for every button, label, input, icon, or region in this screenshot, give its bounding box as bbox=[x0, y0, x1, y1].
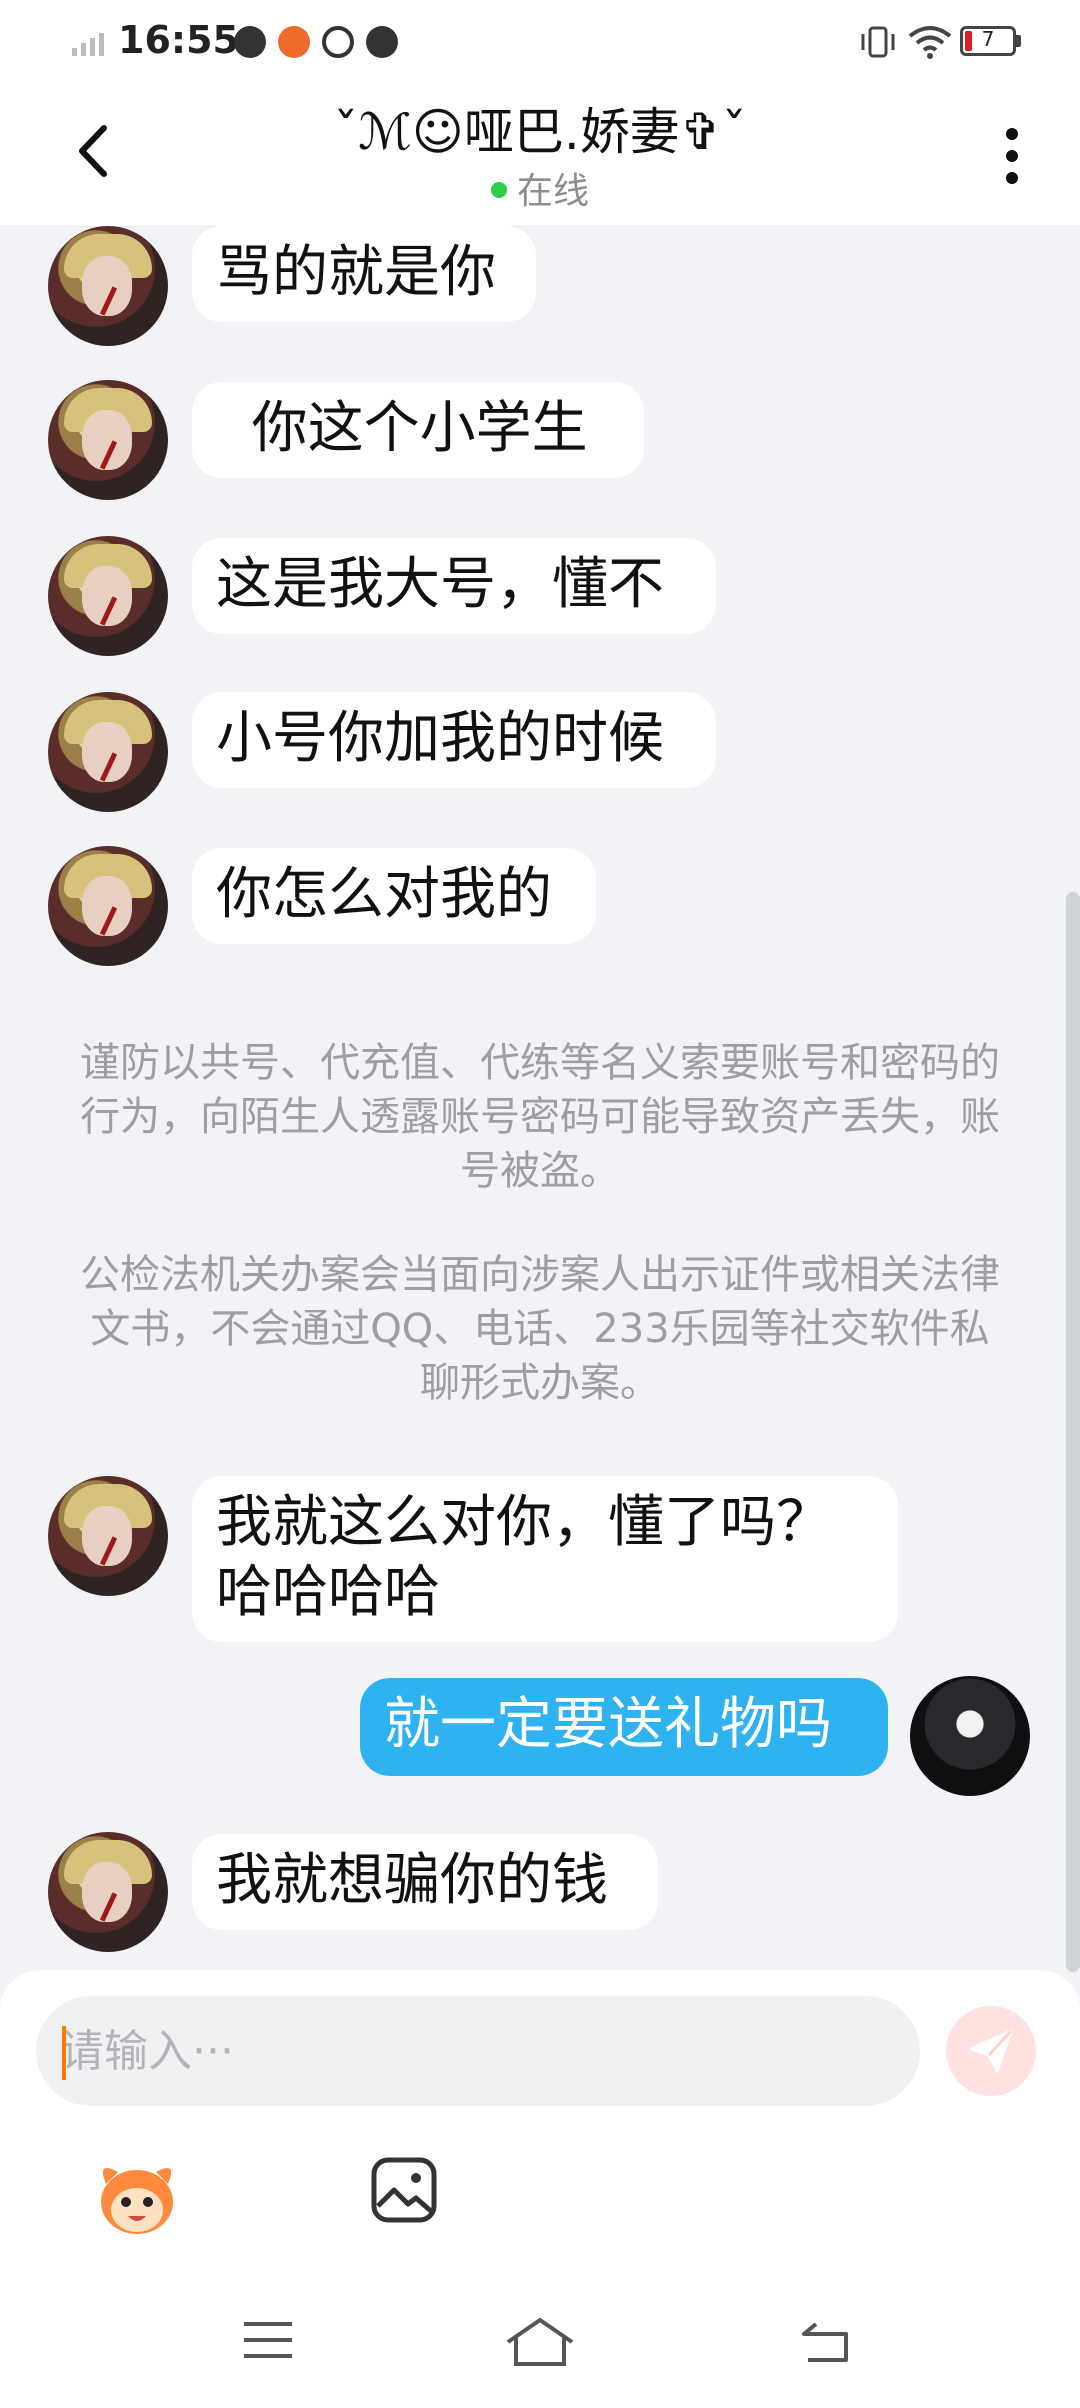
wifi-icon bbox=[908, 26, 952, 59]
text-caret bbox=[62, 2026, 66, 2080]
contact-avatar[interactable] bbox=[48, 380, 168, 500]
back-nav-icon[interactable] bbox=[798, 2318, 850, 2364]
message-bubble-outgoing[interactable]: 就一定要送礼物吗 bbox=[360, 1678, 888, 1776]
more-dot bbox=[1006, 150, 1018, 162]
more-dot bbox=[1006, 128, 1018, 140]
mascot-emoji-icon[interactable] bbox=[92, 2152, 182, 2238]
chat-header: ˇℳ☺哑巴.娇妻✞ˇ 在线 bbox=[0, 86, 1080, 227]
online-status: 在线 bbox=[0, 162, 1080, 214]
status-bar: 16:55 7 bbox=[0, 0, 1080, 86]
battery-icon: 7 bbox=[960, 26, 1016, 56]
signal-icon bbox=[72, 33, 104, 56]
home-icon[interactable] bbox=[504, 2316, 576, 2368]
scrollbar[interactable] bbox=[1066, 892, 1080, 1972]
security-notice: 公检法机关办案会当面向涉案人出示证件或相关法律文书，不会通过QQ、电话、233乐… bbox=[80, 1252, 1000, 1406]
battery-percent: 7 bbox=[981, 27, 995, 51]
message-bubble[interactable]: 骂的就是你 bbox=[192, 226, 536, 322]
contact-avatar[interactable] bbox=[48, 1832, 168, 1952]
message-input[interactable] bbox=[36, 1996, 920, 2106]
user-avatar[interactable] bbox=[910, 1676, 1030, 1796]
contact-avatar[interactable] bbox=[48, 846, 168, 966]
more-vertical-icon[interactable] bbox=[990, 126, 1034, 186]
security-notice: 谨防以共号、代充值、代练等名义索要账号和密码的行为，向陌生人透露账号密码可能导致… bbox=[80, 1040, 1000, 1194]
check-notification-icon bbox=[366, 26, 398, 58]
message-bubble[interactable]: 这是我大号，懂不 bbox=[192, 538, 716, 634]
message-bubble[interactable]: 你怎么对我的 bbox=[192, 848, 596, 944]
image-icon[interactable] bbox=[370, 2156, 438, 2224]
message-bubble[interactable]: 小号你加我的时候 bbox=[192, 692, 716, 788]
send-icon bbox=[969, 2029, 1013, 2073]
menu-icon[interactable] bbox=[240, 2320, 296, 2360]
contact-avatar[interactable] bbox=[48, 226, 168, 346]
contact-avatar[interactable] bbox=[48, 1476, 168, 1596]
message-bubble[interactable]: 你这个小学生 bbox=[192, 382, 644, 478]
link-notification-icon bbox=[322, 26, 354, 58]
status-time: 16:55 bbox=[118, 18, 239, 62]
chat-title[interactable]: ˇℳ☺哑巴.娇妻✞ˇ bbox=[0, 92, 1080, 164]
game-notification-icon bbox=[278, 26, 310, 58]
more-dot bbox=[1006, 172, 1018, 184]
message-bubble[interactable]: 我就想骗你的钱 bbox=[192, 1834, 658, 1930]
online-status-label: 在线 bbox=[516, 171, 589, 212]
battery-tip bbox=[1016, 35, 1021, 47]
send-button[interactable] bbox=[946, 2006, 1036, 2096]
vibrate-icon bbox=[861, 26, 895, 58]
app-notification-icon bbox=[234, 26, 266, 58]
contact-avatar[interactable] bbox=[48, 692, 168, 812]
contact-avatar[interactable] bbox=[48, 536, 168, 656]
message-bubble[interactable]: 我就这么对你，懂了吗？ 哈哈哈哈 bbox=[192, 1476, 898, 1642]
online-dot bbox=[490, 182, 507, 198]
